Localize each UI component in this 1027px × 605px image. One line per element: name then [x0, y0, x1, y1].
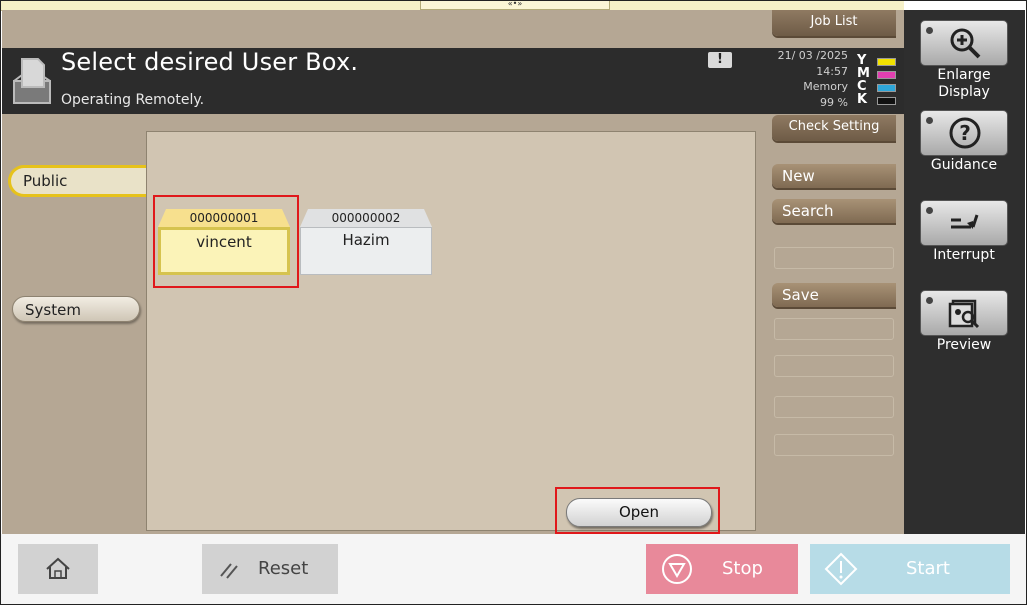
toner-bar-yellow [877, 58, 896, 66]
search-button[interactable]: Search [772, 199, 896, 223]
new-button[interactable]: New [772, 164, 896, 188]
user-box-000000002[interactable]: 000000002 Hazim [300, 209, 432, 275]
box-number: 000000002 [300, 209, 432, 227]
warning-icon[interactable]: ! [708, 52, 732, 68]
job-list-button[interactable]: Job List [772, 10, 896, 36]
reset-icon [220, 563, 238, 579]
time-text: 14:57 [816, 65, 848, 78]
empty-menu-slot [774, 396, 894, 418]
save-button[interactable]: Save [772, 283, 896, 307]
empty-menu-slot [774, 355, 894, 377]
enlarge-display-button[interactable] [920, 20, 1008, 66]
stop-icon [662, 554, 692, 584]
box-name: Hazim [300, 227, 432, 275]
date-text: 21/ 03 /2025 [777, 49, 848, 62]
highlight-open-button [555, 487, 720, 534]
stop-button[interactable]: Stop [646, 544, 798, 594]
toner-bar-magenta [877, 71, 896, 79]
enlarge-display-label: Enlarge Display [937, 67, 991, 100]
toner-letters: Y M C K [857, 54, 870, 106]
tab-public[interactable]: Public [8, 165, 148, 197]
start-icon [824, 552, 858, 586]
empty-menu-slot [774, 318, 894, 340]
guidance-button[interactable]: ? [920, 110, 1008, 156]
toner-letter-k: K [857, 92, 868, 107]
preview-icon [948, 299, 980, 329]
toner-bar-black [877, 97, 896, 105]
panel-handle[interactable]: «•» [420, 0, 610, 10]
memory-label: Memory [803, 80, 848, 93]
home-button[interactable] [18, 544, 98, 594]
zoom-in-icon [950, 28, 981, 59]
guidance-label: Guidance [930, 157, 998, 173]
check-setting-button[interactable]: Check Setting [772, 115, 896, 141]
start-button[interactable]: Start [810, 544, 1010, 594]
reset-label: Reset [258, 558, 309, 579]
user-box-icon [13, 58, 51, 104]
help-icon: ? [949, 117, 981, 149]
start-label: Start [906, 558, 950, 579]
copier-screen: «•» Job List Select desired User Box. Op… [0, 0, 1027, 605]
empty-menu-slot [774, 434, 894, 456]
remote-status: Operating Remotely. [61, 92, 205, 108]
toner-bar-cyan [877, 84, 896, 92]
interrupt-button[interactable] [920, 200, 1008, 246]
svg-text:?: ? [959, 121, 971, 145]
interrupt-label: Interrupt [933, 247, 995, 263]
stop-label: Stop [722, 558, 763, 579]
memory-value: 99 % [820, 96, 848, 109]
interrupt-icon [951, 214, 979, 229]
empty-menu-slot [774, 247, 894, 269]
tab-system[interactable]: System [12, 296, 140, 322]
reset-button[interactable]: Reset [202, 544, 338, 594]
home-icon [46, 557, 70, 579]
user-box-list-panel [146, 131, 756, 531]
page-title: Select desired User Box. [61, 48, 359, 76]
preview-button[interactable] [920, 290, 1008, 336]
highlight-selected-box [153, 195, 299, 288]
preview-label: Preview [936, 337, 992, 353]
